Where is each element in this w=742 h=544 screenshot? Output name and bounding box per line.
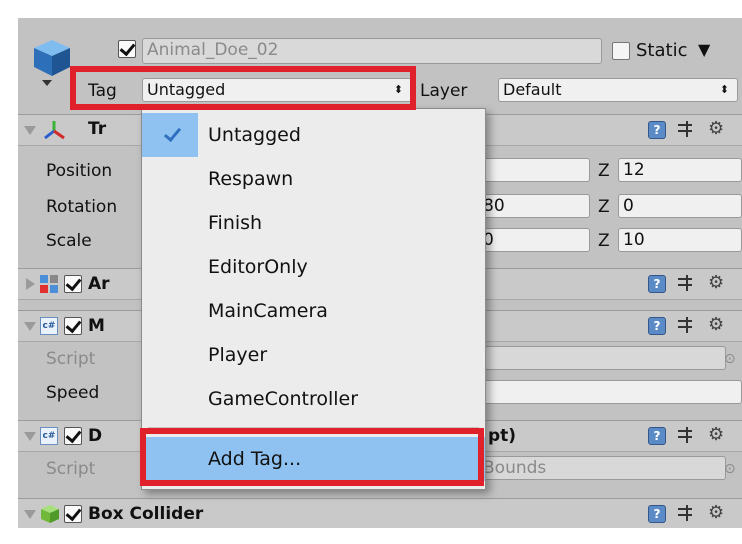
animator-enabled-checkbox[interactable] [64,275,82,293]
tag-option-label: Player [208,344,268,366]
layer-select-value: Default [503,80,562,99]
bounds-script-label: Script [46,459,96,479]
static-dropdown-arrow-icon[interactable]: ▼ [698,39,710,61]
bounds-script-help-icon[interactable]: ? [648,427,666,445]
gameobject-active-checkbox[interactable] [118,40,136,58]
gameobject-icon-dropdown-arrow[interactable] [42,80,52,86]
box-collider-preset-icon[interactable] [678,505,696,523]
box-collider-title: Box Collider [88,504,204,524]
static-label: Static [636,40,688,61]
layer-select[interactable]: Default ⬍ [498,78,738,102]
bounds-script-foldout-icon[interactable] [24,432,36,441]
tag-option-player[interactable]: Player [142,333,485,377]
tag-option-editoronly[interactable]: EditorOnly [142,245,485,289]
tag-option-label: MainCamera [208,300,328,322]
movement-script-label: Script [46,349,96,369]
tag-option-finish[interactable]: Finish [142,201,485,245]
rotation-label: Rotation [46,197,118,217]
gameobject-name-field[interactable]: Animal_Doe_02 [142,38,602,64]
tag-option-label: Untagged [208,124,301,146]
rotation-z-axis-label: Z [598,197,610,217]
transform-preset-icon[interactable] [678,121,696,139]
movement-script-help-icon[interactable]: ? [648,317,666,335]
animator-preset-icon[interactable] [678,275,696,293]
tag-option-maincamera[interactable]: MainCamera [142,289,485,333]
movement-script-enabled-checkbox[interactable] [64,317,82,335]
animator-gear-icon[interactable]: ⚙ [708,274,724,292]
box-collider-help-icon[interactable]: ? [648,505,666,523]
transform-axes-icon [42,119,66,141]
movement-script-foldout-icon[interactable] [24,322,36,331]
tag-option-label: Finish [208,212,263,234]
transform-title: Tr [88,119,107,139]
position-z-axis-label: Z [598,161,610,181]
gameobject-cube-icon [30,36,74,80]
bounds-script-title: D [88,426,103,446]
csharp-script-icon: c# [40,317,58,335]
tag-option-label: EditorOnly [208,256,308,278]
tag-option-untagged[interactable]: Untagged [142,113,485,157]
speed-label: Speed [46,383,100,403]
transform-gear-icon[interactable]: ⚙ [708,120,724,138]
speed-field[interactable] [478,380,742,404]
box-collider-cube-icon [40,504,60,524]
scale-z-field[interactable]: 10 [618,228,742,252]
tag-option-label: Respawn [208,168,294,190]
csharp-script-icon: c# [40,427,58,445]
layer-select-arrows-icon: ⬍ [719,83,729,96]
tag-option-gamecontroller[interactable]: GameController [142,377,485,421]
tag-option-label: GameController [208,388,359,410]
animator-title: Ar [88,274,110,294]
layer-label: Layer [420,81,468,101]
bounds-script-title-tail: pt) [488,426,517,446]
animator-icon [40,275,58,293]
animator-help-icon[interactable]: ? [648,275,666,293]
tag-option-respawn[interactable]: Respawn [142,157,485,201]
position-label: Position [46,161,113,181]
position-z-field[interactable]: 12 [618,158,742,182]
position-y-field[interactable] [478,158,590,182]
transform-help-icon[interactable]: ? [648,121,666,139]
bounds-script-field[interactable]: Bounds [478,456,726,480]
tag-field-highlight [70,66,416,110]
check-icon [162,125,182,145]
scale-y-field[interactable]: 0 [478,228,590,252]
rotation-z-field[interactable]: 0 [618,194,742,218]
scale-label: Scale [46,231,92,251]
movement-script-field[interactable] [478,346,726,370]
bounds-script-preset-icon[interactable] [678,427,696,445]
movement-script-title: M [88,316,105,336]
bounds-script-object-select-icon[interactable]: ⊙ [724,458,736,480]
transform-foldout-icon[interactable] [24,126,36,135]
rotation-y-field[interactable]: 80 [478,194,590,218]
box-collider-foldout-icon[interactable] [24,510,36,519]
box-collider-enabled-checkbox[interactable] [64,505,82,523]
box-collider-gear-icon[interactable]: ⚙ [708,504,724,522]
add-tag-highlight [140,428,484,486]
movement-script-preset-icon[interactable] [678,317,696,335]
movement-script-gear-icon[interactable]: ⚙ [708,316,724,334]
bounds-script-enabled-checkbox[interactable] [64,427,82,445]
scale-z-axis-label: Z [598,231,610,251]
animator-foldout-icon[interactable] [26,278,35,290]
static-checkbox[interactable] [612,42,630,60]
movement-script-object-select-icon[interactable]: ⊙ [724,348,736,370]
bounds-script-gear-icon[interactable]: ⚙ [708,426,724,444]
